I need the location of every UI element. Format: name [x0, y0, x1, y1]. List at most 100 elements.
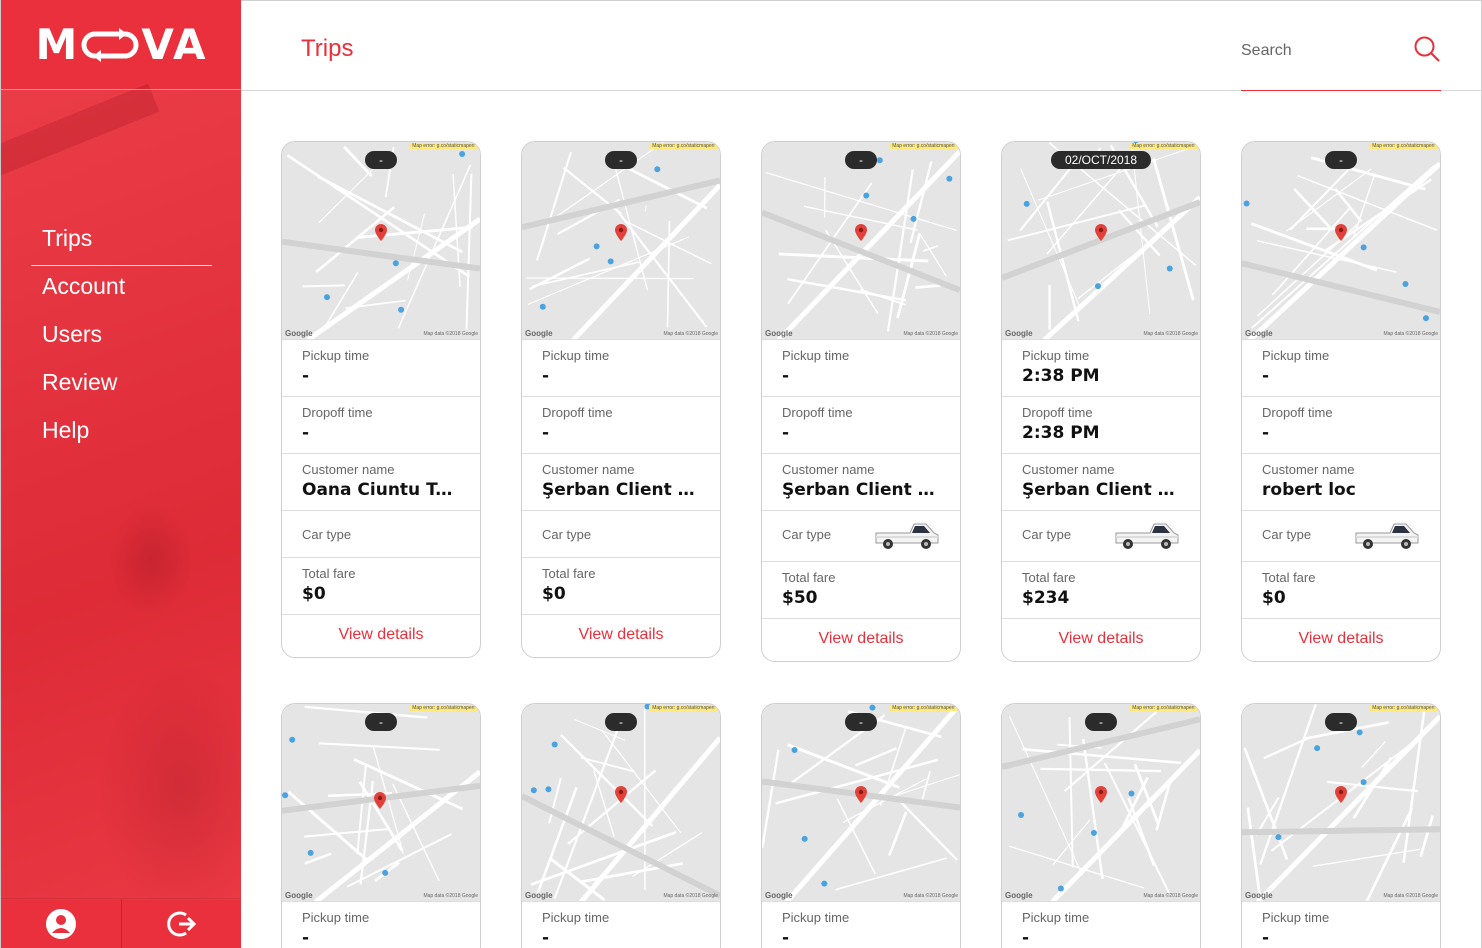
- sidebar-item-help[interactable]: Help: [31, 410, 212, 458]
- view-details-link[interactable]: View details: [1002, 619, 1200, 661]
- pickup-label: Pickup time: [1262, 348, 1330, 363]
- car-type-row: Car type: [762, 511, 960, 562]
- fare-row: Total fare $50: [762, 562, 960, 619]
- trip-card: Map error: g.co/staticmaperr - Google Ma…: [281, 703, 481, 948]
- dropoff-row: Dropoff time -: [282, 397, 480, 454]
- pickup-value: -: [542, 366, 550, 386]
- google-logo: Google: [1005, 329, 1033, 338]
- pickup-row: Pickup time -: [1002, 902, 1200, 948]
- trip-map[interactable]: Map error: g.co/staticmaperr - Google Ma…: [1242, 704, 1440, 902]
- fare-row: Total fare $0: [1242, 562, 1440, 619]
- map-roads: [762, 704, 960, 901]
- trip-card: Map error: g.co/staticmaperr 02/OCT/2018…: [1001, 141, 1201, 662]
- sidebar-bottom-bar: [1, 898, 241, 948]
- map-error-label: Map error: g.co/staticmaperr: [409, 143, 478, 149]
- sidebar-item-users[interactable]: Users: [31, 314, 212, 362]
- pickup-row: Pickup time -: [522, 902, 720, 948]
- google-logo: Google: [525, 329, 553, 338]
- map-roads: [522, 704, 720, 901]
- dropoff-row: Dropoff time -: [1242, 397, 1440, 454]
- view-details-link[interactable]: View details: [1242, 619, 1440, 661]
- search-button[interactable]: [1413, 35, 1441, 67]
- dropoff-row: Dropoff time -: [522, 397, 720, 454]
- map-credit: Map data ©2018 Google: [663, 893, 718, 899]
- map-pin-icon: [615, 786, 627, 803]
- fare-label: Total fare: [542, 566, 596, 581]
- search-input[interactable]: [1241, 39, 1401, 63]
- logout-button[interactable]: [121, 899, 241, 948]
- google-logo: Google: [765, 891, 793, 900]
- trip-map[interactable]: Map error: g.co/staticmaperr - Google Ma…: [522, 142, 720, 340]
- dropoff-value: 2:38 PM: [1022, 423, 1100, 443]
- map-pin-icon: [1095, 786, 1107, 803]
- trip-date-badge: -: [605, 151, 637, 169]
- map-roads: [1242, 704, 1440, 901]
- trip-map[interactable]: Map error: g.co/staticmaperr - Google Ma…: [282, 142, 480, 340]
- trip-map[interactable]: Map error: g.co/staticmaperr - Google Ma…: [1242, 142, 1440, 340]
- trip-date-badge: -: [365, 151, 397, 169]
- map-error-label: Map error: g.co/staticmaperr: [889, 143, 958, 149]
- dropoff-row: Dropoff time 2:38 PM: [1002, 397, 1200, 454]
- fare-label: Total fare: [302, 566, 356, 581]
- map-roads: [282, 142, 480, 339]
- search-icon: [1414, 36, 1440, 62]
- map-pin-icon: [374, 792, 386, 809]
- view-details-link[interactable]: View details: [762, 619, 960, 661]
- profile-button[interactable]: [1, 899, 121, 948]
- google-logo: Google: [285, 891, 313, 900]
- fare-value: $0: [542, 584, 566, 604]
- sidebar-item-trips[interactable]: Trips: [31, 218, 212, 266]
- fare-value: $234: [1022, 588, 1070, 608]
- customer-label: Customer name: [782, 462, 875, 477]
- google-logo: Google: [1005, 891, 1033, 900]
- trip-date-badge: -: [1325, 713, 1357, 731]
- dropoff-label: Dropoff time: [1262, 405, 1333, 420]
- map-credit: Map data ©2018 Google: [423, 331, 478, 337]
- pickup-value: -: [542, 928, 550, 948]
- pickup-value: -: [1022, 928, 1030, 948]
- view-details-link[interactable]: View details: [522, 615, 720, 657]
- map-credit: Map data ©2018 Google: [1143, 331, 1198, 337]
- mova-logo[interactable]: M VA: [36, 20, 208, 69]
- pickup-label: Pickup time: [782, 910, 850, 925]
- trip-map[interactable]: Map error: g.co/staticmaperr - Google Ma…: [762, 704, 960, 902]
- car-type-row: Car type: [282, 511, 480, 558]
- trip-date-badge: 02/OCT/2018: [1050, 151, 1152, 169]
- search-bar: [1241, 29, 1441, 91]
- dropoff-value: -: [782, 423, 790, 443]
- dropoff-row: Dropoff time -: [762, 397, 960, 454]
- trip-map[interactable]: Map error: g.co/staticmaperr - Google Ma…: [522, 704, 720, 902]
- sidebar-item-review[interactable]: Review: [31, 362, 212, 410]
- trip-map[interactable]: Map error: g.co/staticmaperr - Google Ma…: [282, 704, 480, 902]
- customer-label: Customer name: [1262, 462, 1355, 477]
- trip-map[interactable]: Map error: g.co/staticmaperr - Google Ma…: [1002, 704, 1200, 902]
- sidebar-item-account[interactable]: Account: [31, 266, 212, 314]
- customer-value: Oana Ciuntu Tes...: [302, 480, 460, 500]
- pickup-label: Pickup time: [1022, 910, 1090, 925]
- view-details-link[interactable]: View details: [282, 615, 480, 657]
- trip-date-badge: -: [1085, 713, 1117, 731]
- pickup-label: Pickup time: [542, 910, 610, 925]
- dropoff-value: -: [542, 423, 550, 443]
- trip-map[interactable]: Map error: g.co/staticmaperr - Google Ma…: [762, 142, 960, 340]
- pickup-row: Pickup time -: [522, 340, 720, 397]
- car-type-row: Car type: [1002, 511, 1200, 562]
- trip-card: Map error: g.co/staticmaperr - Google Ma…: [1001, 703, 1201, 948]
- google-logo: Google: [765, 329, 793, 338]
- fare-label: Total fare: [782, 570, 836, 585]
- trip-map[interactable]: Map error: g.co/staticmaperr 02/OCT/2018…: [1002, 142, 1200, 340]
- pickup-row: Pickup time -: [282, 340, 480, 397]
- customer-value: robert loc: [1262, 480, 1356, 500]
- fare-value: $50: [782, 588, 818, 608]
- map-error-label: Map error: g.co/staticmaperr: [649, 705, 718, 711]
- map-credit: Map data ©2018 Google: [1383, 893, 1438, 899]
- map-error-label: Map error: g.co/staticmaperr: [649, 143, 718, 149]
- trip-date-badge: -: [365, 713, 397, 731]
- dropoff-label: Dropoff time: [1022, 405, 1093, 420]
- fare-row: Total fare $0: [282, 558, 480, 615]
- pickup-row: Pickup time -: [762, 340, 960, 397]
- fare-label: Total fare: [1262, 570, 1316, 585]
- pickup-truck-icon: [1355, 523, 1419, 549]
- pickup-row: Pickup time -: [282, 902, 480, 948]
- map-roads: [1002, 142, 1200, 339]
